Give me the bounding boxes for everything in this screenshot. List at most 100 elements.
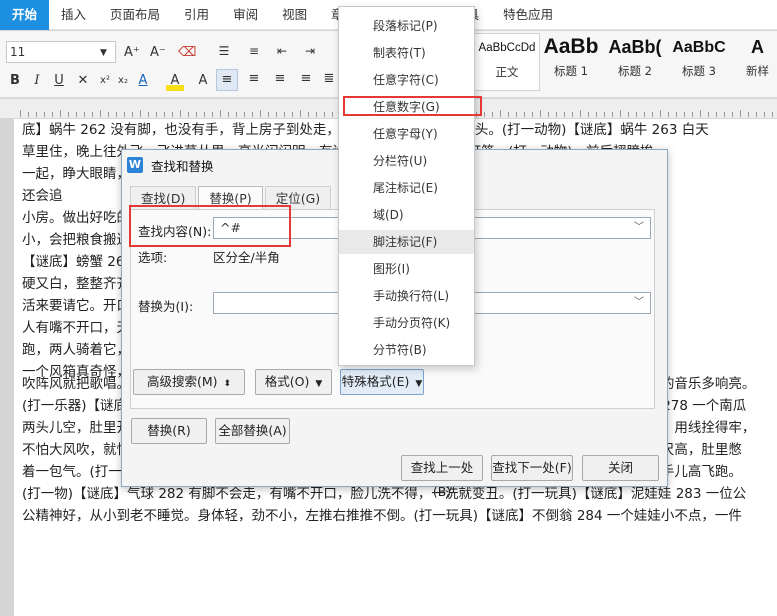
replace-label: 替换为(I): (138, 299, 194, 314)
ruler-tick (588, 112, 589, 117)
numbered-list-icon[interactable]: ≡ (244, 41, 264, 61)
italic-button[interactable]: I (28, 71, 46, 91)
style-heading1[interactable]: AaBb 标题 1 (540, 33, 602, 91)
ruler-tick (180, 110, 181, 117)
style-new[interactable]: A 新样 (738, 33, 777, 91)
menu-page-layout[interactable]: 页面布局 (98, 0, 172, 30)
menu-item-paragraph-mark[interactable]: 段落标记(P) (339, 14, 474, 38)
special-format-button[interactable]: 特殊格式(E) ▼ (340, 369, 424, 395)
menu-view[interactable]: 视图 (270, 0, 319, 30)
style-sample: AaBbCcDd (478, 42, 536, 54)
ruler-tick (316, 112, 317, 117)
outdent-icon[interactable]: ⇤ (272, 41, 292, 61)
ruler-tick (492, 112, 493, 117)
menu-item-section-break[interactable]: 分节符(B) (339, 338, 474, 362)
menu-item-any-letter[interactable]: 任意字母(Y) (339, 122, 474, 146)
style-sample: AaBb (543, 35, 599, 58)
menu-special-apps[interactable]: 特色应用 (491, 0, 565, 30)
special-format-label: 特殊格式(E) (341, 374, 410, 389)
style-label: 标题 2 (618, 64, 652, 78)
ruler-tick (332, 112, 333, 117)
ruler-tick (676, 112, 677, 117)
style-heading3[interactable]: AaBbC 标题 3 (668, 33, 730, 91)
ruler-tick (116, 112, 117, 117)
ruler-tick (564, 112, 565, 117)
ruler-tick (68, 112, 69, 117)
ruler-tick (596, 112, 597, 117)
double-chevron-icon: ⬍ (223, 379, 232, 389)
chevron-down-icon[interactable]: ﹀ (634, 293, 644, 313)
menu-item-footnote-mark[interactable]: 脚注标记(F) (339, 230, 474, 254)
wps-logo-icon: W (127, 157, 143, 173)
menu-item-manual-line-break[interactable]: 手动换行符(L) (339, 284, 474, 308)
grow-font-icon[interactable]: A⁺ (124, 43, 140, 63)
subscript-icon[interactable]: x₂ (114, 71, 132, 91)
replace-all-button[interactable]: 全部替换(A) (215, 418, 290, 444)
ruler-tick (660, 110, 661, 117)
ruler-tick (124, 112, 125, 117)
ruler-tick (732, 112, 733, 117)
align-left-icon[interactable]: ≡ (216, 69, 238, 91)
bold-button[interactable]: B (6, 71, 24, 91)
style-normal[interactable]: AaBbCcDd 正文 (474, 33, 540, 91)
ruler-tick (156, 112, 157, 117)
menu-review[interactable]: 审阅 (221, 0, 270, 30)
underline-button[interactable]: U (50, 71, 68, 91)
font-color-button[interactable]: A (134, 71, 152, 91)
find-next-button[interactable]: 查找下一处(F) (491, 455, 573, 481)
ruler-tick (500, 110, 501, 117)
style-label: 新样 (746, 64, 769, 78)
ruler-tick (508, 112, 509, 117)
bullet-list-icon[interactable]: ☰ (214, 41, 234, 61)
clear-format-icon[interactable]: ⌫ (178, 43, 196, 63)
wps-writer-window: 开始 插入 页面布局 引用 审阅 视图 章节 安全 开发工具 特色应用 11 ▼… (0, 0, 777, 616)
menu-item-column-break[interactable]: 分栏符(U) (339, 149, 474, 173)
format-button[interactable]: 格式(O) ▼ (255, 369, 332, 395)
distributed-icon[interactable]: ≣ (322, 69, 336, 89)
ruler-tick (764, 112, 765, 117)
align-center-icon[interactable]: ≡ (244, 69, 264, 89)
highlight-button[interactable]: A (166, 71, 184, 91)
menu-insert[interactable]: 插入 (49, 0, 98, 30)
ruler-tick (76, 112, 77, 117)
justify-icon[interactable]: ≡ (296, 69, 316, 89)
special-format-menu: 段落标记(P) 制表符(T) 任意字符(C) 任意数字(G) 任意字母(Y) 分… (338, 6, 475, 366)
ruler-tick (772, 112, 773, 117)
find-previous-button[interactable]: 查找上一处(B) (401, 455, 483, 499)
style-heading2[interactable]: AaBb( 标题 2 (604, 33, 666, 91)
highlight-annotation-find (129, 205, 291, 247)
strikethrough-icon[interactable]: ✕ (74, 71, 92, 91)
advanced-search-button[interactable]: 高级搜索(M) ⬍ (133, 369, 245, 395)
chevron-down-icon[interactable]: ﹀ (634, 218, 644, 238)
document-line: 公精神好，从小到老不睡觉。身体轻，劲不小，左推右推推不倒。(打一玩具)【谜底】不… (22, 508, 742, 524)
indent-icon[interactable]: ⇥ (300, 41, 320, 61)
menu-item-manual-page-break[interactable]: 手动分页符(K) (339, 311, 474, 335)
ruler-tick (652, 112, 653, 117)
ruler-tick (692, 112, 693, 117)
ruler-tick (604, 112, 605, 117)
ruler-tick (636, 112, 637, 117)
menu-home[interactable]: 开始 (0, 0, 50, 30)
chevron-down-icon[interactable]: ▼ (100, 43, 107, 63)
menu-item-any-character[interactable]: 任意字符(C) (339, 68, 474, 92)
ruler-tick (164, 112, 165, 117)
superscript-icon[interactable]: x² (96, 71, 114, 91)
menu-item-graphic[interactable]: 图形(I) (339, 257, 474, 281)
ruler-tick (716, 112, 717, 117)
ruler-tick (52, 112, 53, 117)
menu-references[interactable]: 引用 (172, 0, 221, 30)
style-label: 标题 1 (554, 64, 588, 78)
ruler-tick (644, 112, 645, 117)
replace-button[interactable]: 替换(R) (131, 418, 207, 444)
close-button[interactable]: 关闭 (582, 455, 659, 481)
menu-item-field[interactable]: 域(D) (339, 203, 474, 227)
align-right-icon[interactable]: ≡ (270, 69, 290, 89)
document-line: 还会追 (22, 188, 63, 204)
ruler-tick (708, 112, 709, 117)
shrink-font-icon[interactable]: A⁻ (150, 43, 166, 63)
menu-item-endnote-mark[interactable]: 尾注标记(E) (339, 176, 474, 200)
char-shading-icon[interactable]: A (194, 71, 212, 91)
menu-item-tab[interactable]: 制表符(T) (339, 41, 474, 65)
ruler-tick (724, 112, 725, 117)
ruler-tick (740, 110, 741, 117)
